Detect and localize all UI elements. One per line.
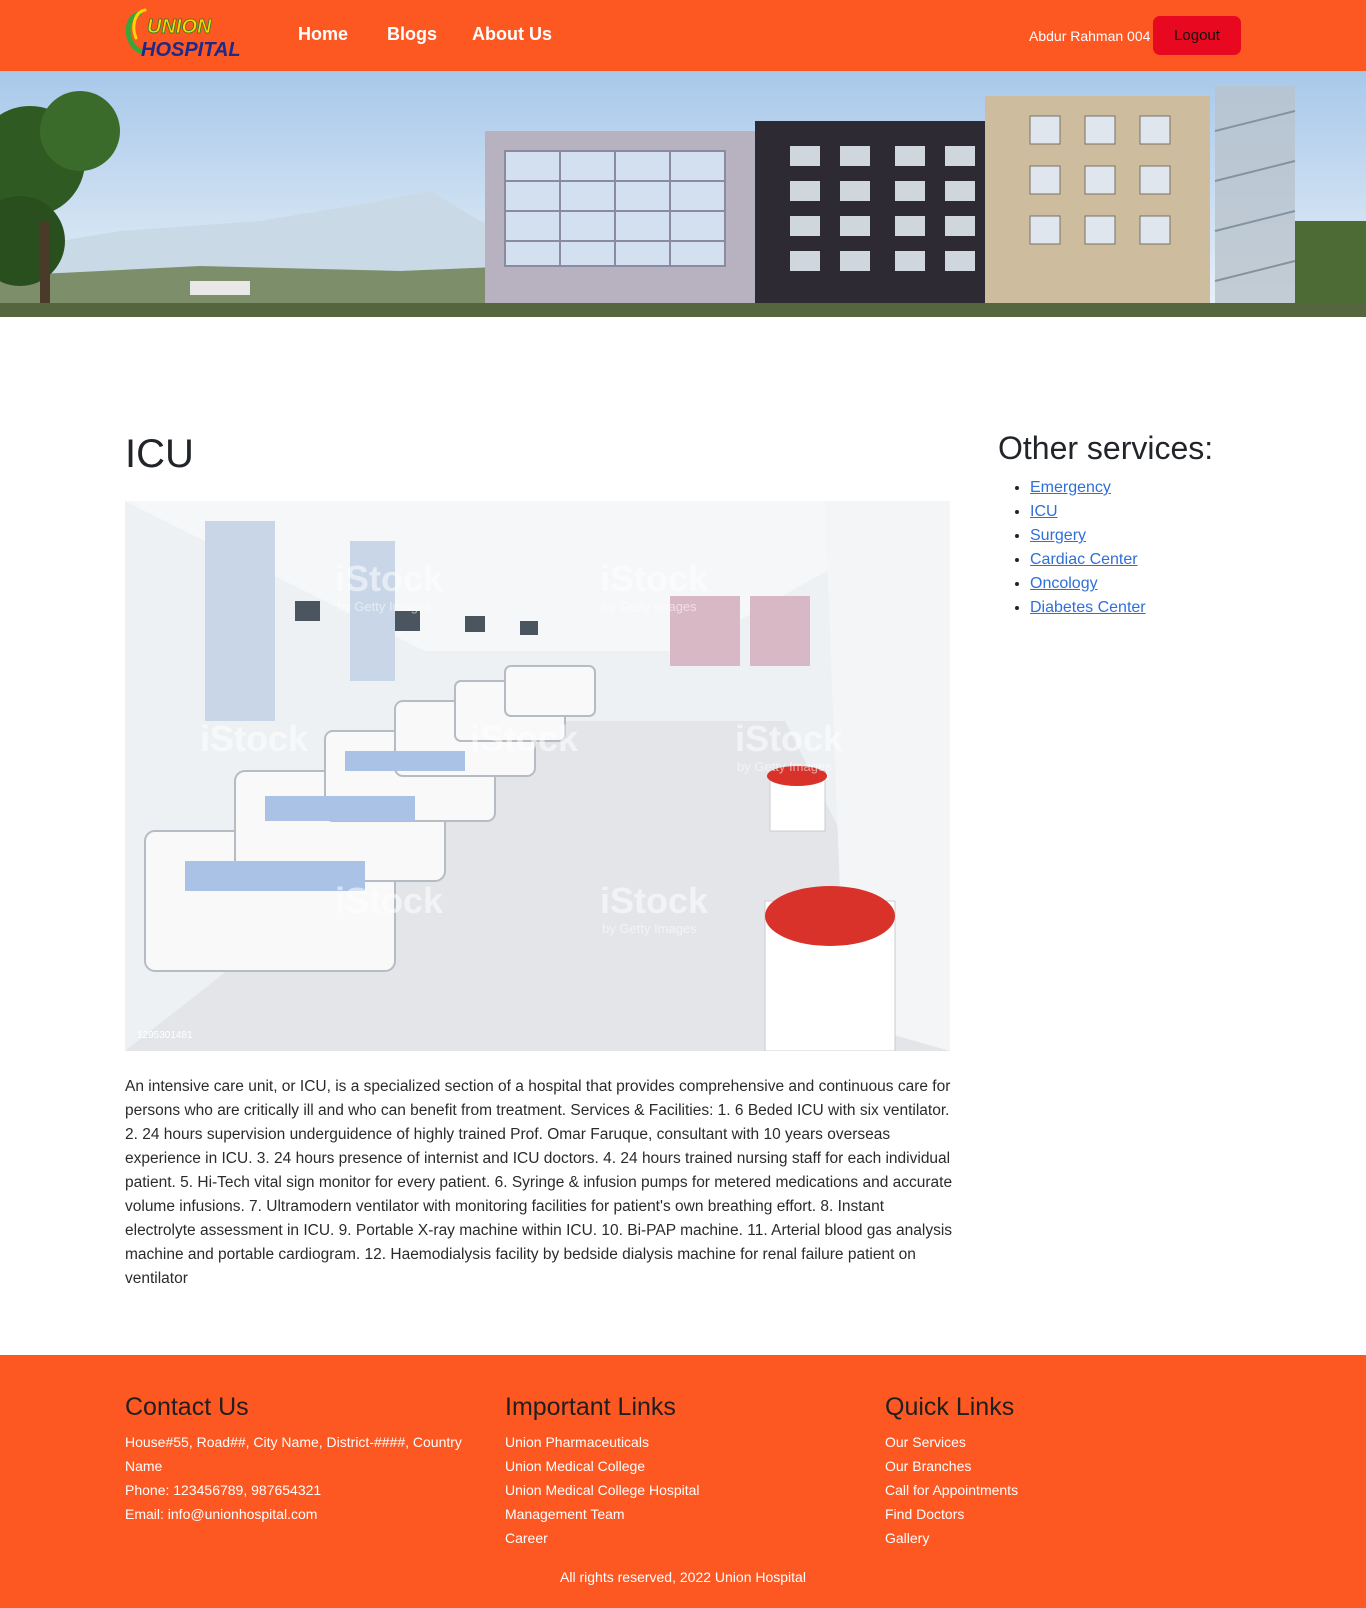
- footer-contact-title: Contact Us: [125, 1393, 249, 1421]
- watermark-text: iStock: [335, 880, 444, 921]
- other-services-title: Other services:: [998, 430, 1214, 466]
- union-hospital-logo[interactable]: UNION HOSPITAL: [125, 8, 245, 60]
- hospital-building-illustration: [0, 71, 1366, 317]
- watermark-text: iStock: [335, 558, 444, 599]
- footer-link-union-pharmaceuticals[interactable]: Union Pharmaceuticals: [505, 1430, 855, 1454]
- logo-text-bottom: HOSPITAL: [141, 39, 241, 60]
- watermark-subtext: by Getty Images: [602, 921, 697, 936]
- watermark-text: iStock: [470, 718, 579, 759]
- footer-link-union-medical-college-hospital[interactable]: Union Medical College Hospital: [505, 1478, 855, 1502]
- list-item: Emergency: [1030, 476, 1146, 500]
- service-link-icu[interactable]: ICU: [1030, 503, 1058, 520]
- nav-about-link[interactable]: About Us: [472, 24, 552, 45]
- footer-link-find-doctors[interactable]: Find Doctors: [885, 1502, 1235, 1526]
- footer-address: House#55, Road##, City Name, District-##…: [125, 1434, 462, 1474]
- footer-link-our-branches[interactable]: Our Branches: [885, 1454, 1235, 1478]
- navbar: UNION HOSPITAL Home Blogs About Us Abdur…: [0, 0, 1366, 71]
- list-item: Surgery: [1030, 524, 1146, 548]
- nav-blogs-link[interactable]: Blogs: [387, 24, 437, 45]
- footer-link-our-services[interactable]: Our Services: [885, 1430, 1235, 1454]
- footer-email: Email: info@unionhospital.com: [125, 1506, 318, 1522]
- footer-contact-column: Contact Us House#55, Road##, City Name, …: [125, 1393, 475, 1526]
- footer-phone: Phone: 123456789, 987654321: [125, 1482, 322, 1498]
- footer-quick-links-column: Quick Links Our Services Our Branches Ca…: [885, 1393, 1235, 1550]
- list-item: Oncology: [1030, 572, 1146, 596]
- copyright-text: All rights reserved, 2022 Union Hospital: [560, 1569, 806, 1585]
- nav-home-link[interactable]: Home: [298, 24, 348, 45]
- watermark-text: iStock: [600, 880, 709, 921]
- service-description: An intensive care unit, or ICU, is a spe…: [125, 1078, 953, 1287]
- footer-important-links-column: Important Links Union Pharmaceuticals Un…: [505, 1393, 855, 1550]
- list-item: Diabetes Center: [1030, 596, 1146, 620]
- service-link-surgery[interactable]: Surgery: [1030, 527, 1086, 544]
- icu-ward-photo: iStock iStock iStock iStock iStock iStoc…: [125, 501, 950, 1051]
- image-stock-id: 1295301481: [137, 1030, 193, 1041]
- service-link-emergency[interactable]: Emergency: [1030, 479, 1111, 496]
- service-link-oncology[interactable]: Oncology: [1030, 575, 1098, 592]
- logout-button[interactable]: Logout: [1153, 16, 1241, 55]
- footer-link-management-team[interactable]: Management Team: [505, 1502, 855, 1526]
- watermark-subtext: by Getty Images: [602, 599, 697, 614]
- service-link-diabetes-center[interactable]: Diabetes Center: [1030, 599, 1146, 616]
- hospital-banner-image: [0, 71, 1366, 317]
- other-services-list: Emergency ICU Surgery Cardiac Center Onc…: [1030, 476, 1146, 620]
- watermark-subtext: by Getty Images: [337, 599, 432, 614]
- watermark-text: iStock: [600, 558, 709, 599]
- footer-link-career[interactable]: Career: [505, 1526, 855, 1550]
- user-name: Abdur Rahman 004: [1029, 28, 1151, 44]
- footer-link-gallery[interactable]: Gallery: [885, 1526, 1235, 1550]
- logo-text-top: UNION: [147, 16, 212, 38]
- footer-link-call-for-appointments[interactable]: Call for Appointments: [885, 1478, 1235, 1502]
- service-link-cardiac-center[interactable]: Cardiac Center: [1030, 551, 1138, 568]
- icu-ward-illustration: iStock iStock iStock iStock iStock iStoc…: [125, 501, 950, 1051]
- list-item: Cardiac Center: [1030, 548, 1146, 572]
- watermark-text: iStock: [735, 718, 844, 759]
- watermark-subtext: by Getty Images: [737, 759, 832, 774]
- list-item: ICU: [1030, 500, 1146, 524]
- footer-important-links-title: Important Links: [505, 1393, 676, 1421]
- watermark-text: iStock: [200, 718, 309, 759]
- footer-quick-links-title: Quick Links: [885, 1393, 1015, 1421]
- service-title: ICU: [125, 432, 194, 476]
- footer-link-union-medical-college[interactable]: Union Medical College: [505, 1454, 855, 1478]
